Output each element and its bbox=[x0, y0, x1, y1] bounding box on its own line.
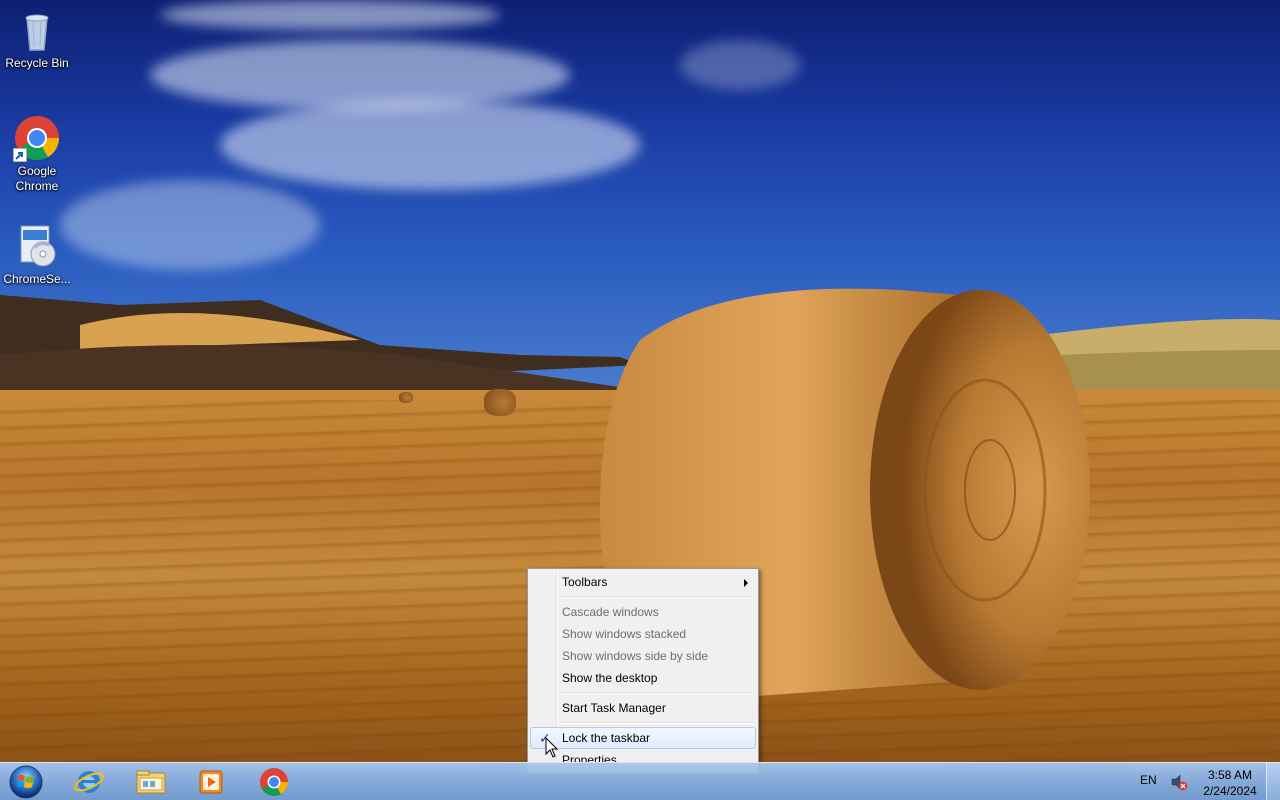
media-player-icon bbox=[199, 770, 223, 794]
desktop-icon-google-chrome[interactable]: Google Chrome bbox=[1, 114, 73, 194]
menu-item-show-the-desktop[interactable]: Show the desktop bbox=[530, 667, 756, 689]
desktop-icon-label: ChromeSe... bbox=[3, 272, 71, 286]
menu-item-label: Show the desktop bbox=[562, 671, 658, 685]
system-clock[interactable]: 3:58 AM 2/24/2024 bbox=[1198, 767, 1262, 799]
chrome-icon bbox=[13, 114, 61, 162]
menu-item-show-windows-stacked: Show windows stacked bbox=[530, 623, 756, 645]
taskbar-button-file-explorer[interactable] bbox=[122, 765, 180, 799]
desktop-icon-label: Recycle Bin bbox=[5, 56, 69, 70]
volume-muted-icon[interactable] bbox=[1170, 773, 1188, 791]
installer-icon bbox=[13, 222, 61, 270]
menu-item-label: Cascade windows bbox=[562, 605, 659, 619]
mouse-cursor-icon bbox=[545, 737, 559, 758]
start-orb-icon bbox=[9, 765, 43, 799]
menu-item-show-windows-side-by-side: Show windows side by side bbox=[530, 645, 756, 667]
taskbar-button-media-player[interactable] bbox=[182, 765, 240, 799]
chrome-icon bbox=[260, 768, 288, 796]
submenu-arrow-icon bbox=[744, 579, 748, 587]
menu-item-label: Toolbars bbox=[562, 575, 608, 589]
menu-item-start-task-manager[interactable]: Start Task Manager bbox=[530, 697, 756, 719]
show-desktop-button[interactable] bbox=[1266, 763, 1280, 800]
menu-item-label: Show windows stacked bbox=[562, 627, 687, 641]
recycle-bin-icon bbox=[13, 6, 61, 54]
clock-time: 3:58 AM bbox=[1207, 768, 1253, 782]
language-indicator[interactable]: EN bbox=[1140, 773, 1157, 787]
desktop-icon-label: Google Chrome bbox=[15, 164, 59, 193]
menu-item-lock-the-taskbar[interactable]: ✓ Lock the taskbar bbox=[530, 727, 756, 749]
taskbar-context-menu: Toolbars Cascade windows Show windows st… bbox=[527, 568, 759, 774]
menu-item-cascade-windows: Cascade windows bbox=[530, 601, 756, 623]
menu-item-label: Start Task Manager bbox=[562, 701, 666, 715]
desktop-icon-chromesetup[interactable]: ChromeSe... bbox=[1, 222, 73, 287]
desktop-icon-recycle-bin[interactable]: Recycle Bin bbox=[1, 6, 73, 71]
menu-separator bbox=[560, 593, 756, 601]
menu-separator bbox=[560, 689, 756, 697]
menu-item-label: Show windows side by side bbox=[562, 649, 709, 663]
file-explorer-icon bbox=[136, 770, 166, 794]
menu-separator bbox=[560, 719, 756, 727]
taskbar-button-chrome[interactable] bbox=[245, 765, 303, 799]
start-button[interactable] bbox=[4, 764, 48, 800]
taskbar-button-internet-explorer[interactable] bbox=[60, 765, 118, 799]
internet-explorer-icon bbox=[74, 771, 104, 793]
clock-date: 2/24/2024 bbox=[1203, 784, 1257, 798]
menu-item-toolbars[interactable]: Toolbars bbox=[530, 571, 756, 593]
taskbar: EN 3:58 AM 2/24/2024 bbox=[0, 762, 1280, 800]
menu-item-label: Lock the taskbar bbox=[562, 731, 651, 745]
